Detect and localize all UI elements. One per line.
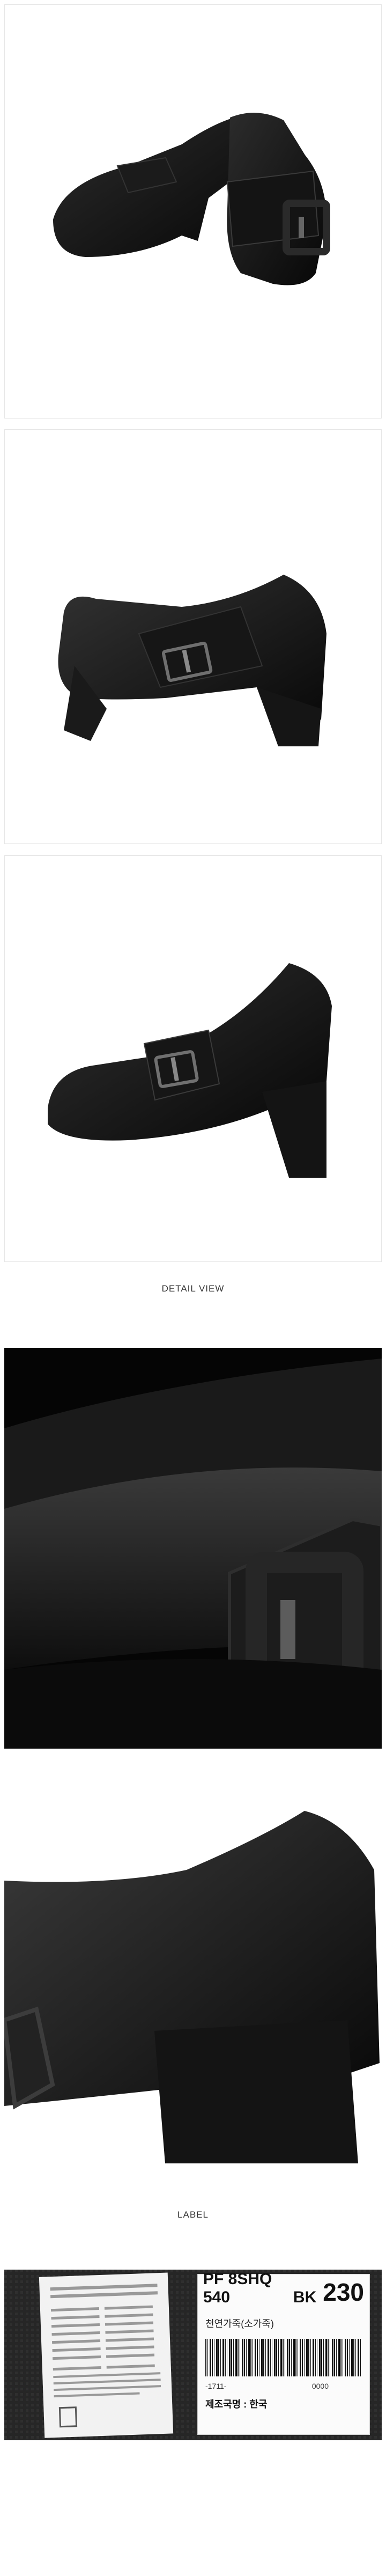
sticker-material: 천연가죽(소가죽)	[205, 2318, 274, 2329]
barcode	[205, 2339, 361, 2376]
sticker-size: 230	[323, 2278, 364, 2306]
sticker-title-row: PF 8SHQ 540 BK 230	[203, 2270, 364, 2307]
price-sticker: PF 8SHQ 540 BK 230 천연가죽(소가죽) -1711- 0000…	[197, 2270, 370, 2435]
lot-row: -1711- 0000	[205, 2382, 361, 2390]
shoe-image-pair	[53, 113, 330, 285]
sticker-code: PF 8SHQ 540	[203, 2270, 272, 2306]
product-photo-1	[4, 4, 382, 419]
sticker-color: BK	[293, 2288, 317, 2306]
detail-view-title: DETAIL VIEW	[161, 1283, 225, 1294]
label-title: LABEL	[177, 2210, 209, 2220]
lot-number: 0000	[311, 2382, 329, 2390]
shoe-image-profile	[48, 963, 332, 1178]
buckle-closeup	[4, 1348, 382, 1749]
lot-label: -1711-	[205, 2382, 227, 2390]
product-photo-3	[4, 855, 382, 1262]
origin-text: 제조국명 : 한국	[205, 2399, 268, 2410]
shoe-image-side	[58, 575, 326, 746]
detail-photo-buckle	[4, 1348, 382, 1749]
detail-photo-heel	[4, 1763, 382, 2163]
product-photo-2	[4, 429, 382, 844]
heel-closeup	[4, 1763, 382, 2163]
